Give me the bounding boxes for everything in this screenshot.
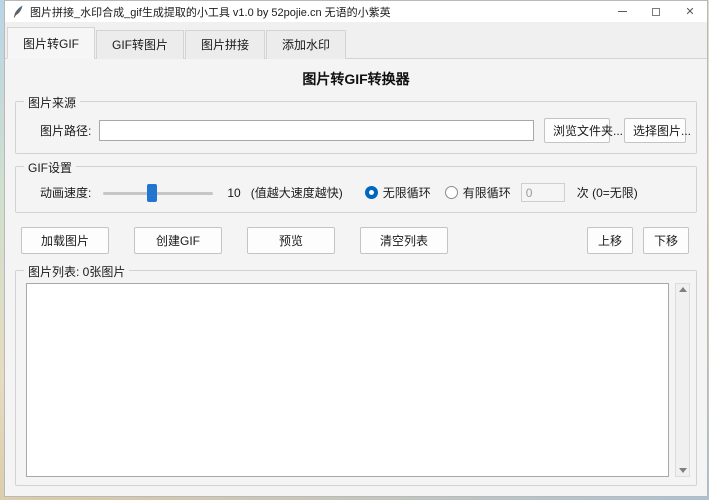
select-images-button[interactable]: 选择图片... [624, 118, 686, 143]
minimize-button[interactable] [605, 1, 639, 22]
preview-button[interactable]: 预览 [247, 227, 335, 254]
tab-image-to-gif[interactable]: 图片转GIF [7, 27, 95, 59]
loop-count-suffix: 次 (0=无限) [577, 184, 638, 201]
load-images-button[interactable]: 加载图片 [21, 227, 109, 254]
image-source-group-label: 图片来源 [24, 94, 80, 111]
title-bar: 图片拼接_水印合成_gif生成提取的小工具 v1.0 by 52pojie.cn… [5, 1, 707, 22]
tab-bar: 图片转GIF GIF转图片 图片拼接 添加水印 [5, 22, 707, 59]
animation-speed-hint: (值越大速度越快) [251, 184, 343, 201]
maximize-button[interactable] [639, 1, 673, 22]
list-scrollbar[interactable] [675, 283, 690, 477]
loop-count-input[interactable] [521, 183, 565, 202]
image-list-group-label: 图片列表: 0张图片 [24, 263, 129, 280]
tab-add-watermark[interactable]: 添加水印 [266, 30, 346, 59]
animation-speed-slider[interactable] [103, 184, 213, 202]
move-up-button[interactable]: 上移 [587, 227, 633, 254]
image-list-group: 图片列表: 0张图片 [15, 270, 697, 486]
gif-settings-group-label: GIF设置 [24, 159, 76, 176]
minimize-icon [618, 11, 627, 12]
maximize-icon [652, 8, 660, 16]
loop-infinite-label: 无限循环 [383, 184, 431, 201]
close-button[interactable]: ✕ [673, 1, 707, 22]
loop-finite-label: 有限循环 [463, 184, 511, 201]
image-source-group: 图片来源 图片路径: 浏览文件夹... 选择图片... [15, 101, 697, 154]
loop-finite-radio[interactable]: 有限循环 [445, 184, 511, 201]
radio-selected-icon [365, 186, 378, 199]
action-button-row: 加载图片 创建GIF 预览 清空列表 上移 下移 [15, 227, 697, 254]
window-title: 图片拼接_水印合成_gif生成提取的小工具 v1.0 by 52pojie.cn… [30, 4, 391, 20]
clear-list-button[interactable]: 清空列表 [360, 227, 448, 254]
create-gif-button[interactable]: 创建GIF [134, 227, 222, 254]
slider-track [103, 192, 213, 195]
tab-image-stitch[interactable]: 图片拼接 [185, 30, 265, 59]
gif-settings-group: GIF设置 动画速度: 10 (值越大速度越快) 无限循环 有限循环 [15, 166, 697, 213]
image-path-label: 图片路径: [40, 122, 91, 139]
slider-thumb[interactable] [147, 184, 157, 202]
scroll-up-icon[interactable] [679, 287, 687, 292]
browse-folder-button[interactable]: 浏览文件夹... [544, 118, 610, 143]
tab-content-pane: 图片转GIF转换器 图片来源 图片路径: 浏览文件夹... 选择图片... GI… [5, 59, 707, 496]
page-title: 图片转GIF转换器 [5, 59, 707, 101]
app-window: 图片拼接_水印合成_gif生成提取的小工具 v1.0 by 52pojie.cn… [4, 0, 708, 497]
app-feather-icon [12, 5, 24, 18]
animation-speed-label: 动画速度: [40, 184, 91, 201]
image-path-input[interactable] [99, 120, 534, 141]
image-listbox[interactable] [26, 283, 669, 477]
animation-speed-value: 10 [227, 186, 240, 200]
window-controls: ✕ [605, 1, 707, 22]
radio-unselected-icon [445, 186, 458, 199]
close-icon: ✕ [685, 5, 694, 18]
scroll-down-icon[interactable] [679, 468, 687, 473]
loop-infinite-radio[interactable]: 无限循环 [365, 184, 431, 201]
tab-gif-to-image[interactable]: GIF转图片 [96, 30, 184, 59]
move-down-button[interactable]: 下移 [643, 227, 689, 254]
